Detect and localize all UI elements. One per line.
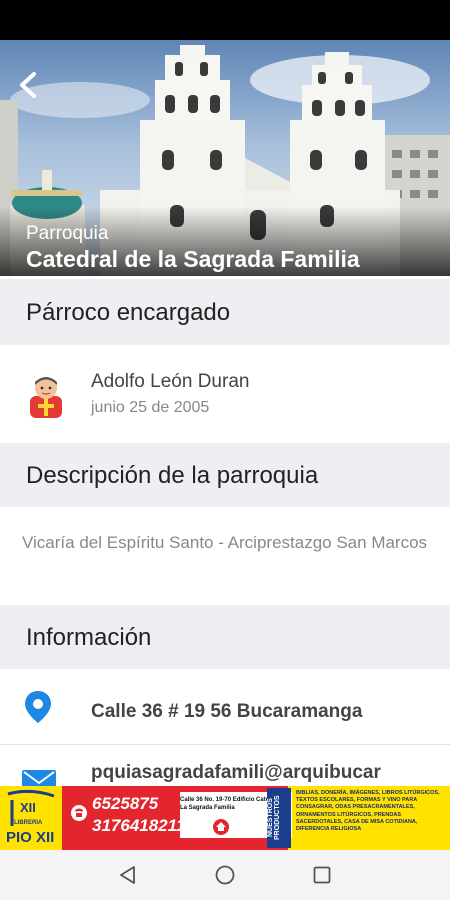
email-text: pquiasagradafamili@arquibucar xyxy=(91,762,381,783)
ad-phone-icon xyxy=(71,805,87,821)
ad-contact-panel: 6525875 3176418211 Calle 36 No. 19-70 Ed… xyxy=(62,786,292,850)
priest-date: junio 25 de 2005 xyxy=(91,399,210,416)
android-nav-bar xyxy=(0,850,450,900)
ad-home-icon xyxy=(213,819,229,835)
address-text: Calle 36 # 19 56 Bucaramanga xyxy=(91,701,363,722)
header-subtitle: Parroquia xyxy=(26,223,109,244)
ad-phone-1: 6525875 xyxy=(92,794,159,813)
priest-name: Adolfo León Duran xyxy=(91,371,250,392)
back-arrow-icon[interactable] xyxy=(14,70,44,100)
section-header-info: Información xyxy=(0,605,450,669)
header-title: Catedral de la Sagrada Familia xyxy=(26,246,360,272)
location-pin-icon xyxy=(25,691,51,723)
ad-brand-name: PIO XII xyxy=(6,829,55,846)
nav-recents-icon[interactable] xyxy=(310,863,334,887)
ad-brand-top: XII xyxy=(20,800,36,815)
section-title-info: Información xyxy=(26,624,152,651)
ad-phone-2: 3176418211 xyxy=(92,816,186,835)
ad-logo: XII LIBRERIA PIO XII xyxy=(0,786,62,850)
header-image: Parroquia Catedral de la Sagrada Familia xyxy=(0,40,450,276)
parish-description: Vicaría del Espíritu Santo - Arciprestaz… xyxy=(22,533,428,552)
email-row[interactable]: pquiasagradafamili@arquibucar xyxy=(0,752,450,786)
email-icon xyxy=(22,770,56,786)
ad-tag: NUESTROS PRODUCTOS xyxy=(267,788,291,848)
ad-products: BIBLIAS, DONERÍA, IMÁGENES, LIBROS LITÚR… xyxy=(296,790,440,833)
priest-avatar xyxy=(30,377,62,418)
section-header-description: Descripción de la parroquia xyxy=(0,443,450,507)
nav-back-icon[interactable] xyxy=(116,863,140,887)
info-divider xyxy=(0,744,450,745)
address-row[interactable]: Calle 36 # 19 56 Bucaramanga xyxy=(0,687,450,739)
section-title-priest: Párroco encargado xyxy=(26,299,231,326)
section-title-description: Descripción de la parroquia xyxy=(26,462,319,489)
nav-home-icon[interactable] xyxy=(213,863,237,887)
advertisement-banner[interactable]: XII LIBRERIA PIO XII 6525875 3176418211 … xyxy=(0,786,450,850)
section-header-priest: Párroco encargado xyxy=(0,279,450,345)
ad-brand-sub: LIBRERIA xyxy=(14,820,43,826)
status-bar xyxy=(0,0,450,40)
